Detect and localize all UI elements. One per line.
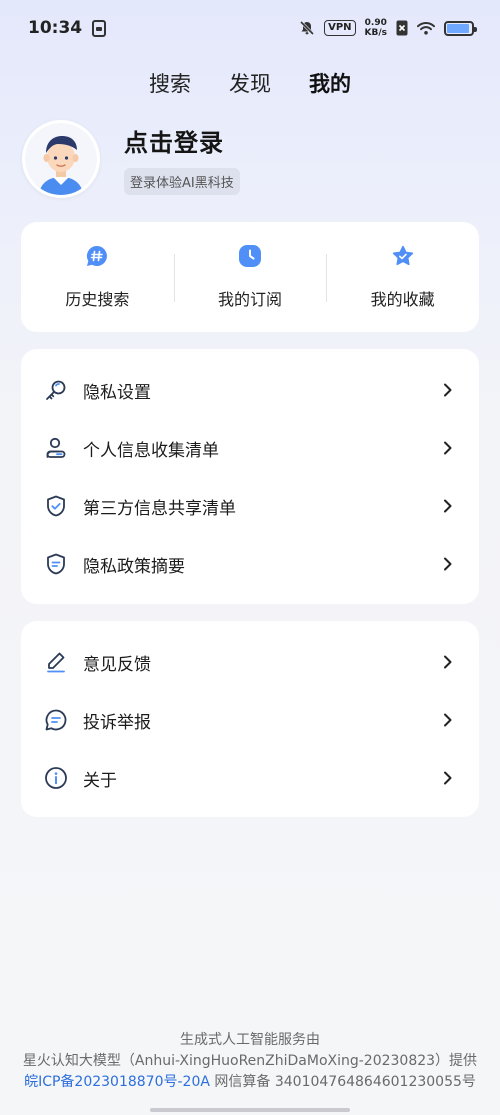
menu-label: 隐私设置 <box>83 382 151 403</box>
message-icon <box>43 707 69 733</box>
quick-action-subscriptions[interactable]: 我的订阅 <box>173 222 327 332</box>
icp-link[interactable]: 皖ICP备2023018870号-20A <box>24 1074 210 1090</box>
support-menu-card: 意见反馈 投诉举报 关于 <box>21 621 479 817</box>
chevron-right-icon <box>444 383 452 397</box>
info-icon <box>43 765 69 791</box>
menu-label: 投诉举报 <box>83 712 151 733</box>
quick-action-label: 我的订阅 <box>218 290 283 309</box>
shield-check-icon <box>43 493 69 519</box>
status-bar: 10:34 VPN 0.90 KB/s <box>0 0 500 56</box>
mute-bell-icon <box>299 20 315 36</box>
footer-line-2: 星火认知大模型（Anhui-XingHuoRenZhiDaMoXing-2023… <box>22 1053 478 1069</box>
filing-number: 网信算备 340104764864601230055号 <box>209 1074 476 1090</box>
footer-line-1: 生成式人工智能服务由 <box>180 1032 320 1048</box>
menu-label: 关于 <box>83 770 117 791</box>
star-icon <box>392 245 413 266</box>
quick-action-label: 历史搜索 <box>65 290 130 309</box>
quick-action-favorites[interactable]: 我的收藏 <box>326 222 479 332</box>
menu-label: 个人信息收集清单 <box>83 440 219 461</box>
chevron-right-icon <box>444 771 452 785</box>
quick-action-label: 我的收藏 <box>370 290 435 309</box>
menu-complaint-report[interactable]: 投诉举报 <box>21 691 479 749</box>
menu-label: 隐私政策摘要 <box>83 556 185 577</box>
menu-about[interactable]: 关于 <box>21 749 479 807</box>
menu-personal-info-list[interactable]: 个人信息收集清单 <box>21 419 479 477</box>
footer-line-3: 皖ICP备2023018870号-20A 网信算备 34010476486460… <box>0 1072 500 1093</box>
home-indicator[interactable] <box>150 1108 350 1112</box>
menu-privacy-settings[interactable]: 隐私设置 <box>21 361 479 419</box>
hashtag-bubble-icon <box>87 245 108 266</box>
chevron-right-icon <box>444 557 452 571</box>
privacy-menu-card: 隐私设置 个人信息收集清单 第三方信息共享清单 隐私政策摘要 <box>21 349 479 604</box>
shield-lines-icon <box>43 551 69 577</box>
sim-card-icon <box>92 19 107 37</box>
login-title[interactable]: 点击登录 <box>124 123 240 158</box>
menu-label: 第三方信息共享清单 <box>83 498 236 519</box>
quick-actions-card: 历史搜索 我的订阅 我的收藏 <box>21 222 479 332</box>
chevron-right-icon <box>444 655 452 669</box>
profile-header[interactable]: 点击登录 登录体验AI黑科技 <box>22 120 240 198</box>
tab-search[interactable]: 搜索 <box>149 66 191 100</box>
speed-unit: KB/s <box>364 28 387 38</box>
clock-icon <box>239 245 261 267</box>
tab-discover[interactable]: 发现 <box>229 66 271 100</box>
pencil-icon <box>43 649 69 675</box>
menu-third-party-sharing[interactable]: 第三方信息共享清单 <box>21 477 479 535</box>
avatar-boy-icon[interactable] <box>22 120 100 198</box>
magnifier-key-icon <box>43 377 69 403</box>
tab-mine[interactable]: 我的 <box>309 66 351 100</box>
chevron-right-icon <box>444 499 452 513</box>
footer-info: 生成式人工智能服务由 星火认知大模型（Anhui-XingHuoRenZhiDa… <box>0 1030 500 1093</box>
wifi-icon <box>417 21 435 35</box>
status-right: VPN 0.90 KB/s <box>299 18 477 38</box>
menu-feedback[interactable]: 意见反馈 <box>21 633 479 691</box>
network-speed: 0.90 KB/s <box>365 18 387 38</box>
status-left: 10:34 <box>28 18 107 38</box>
chevron-right-icon <box>444 713 452 727</box>
chevron-right-icon <box>444 441 452 455</box>
vpn-badge: VPN <box>324 20 356 36</box>
status-time: 10:34 <box>28 18 83 38</box>
battery-icon <box>444 20 477 36</box>
login-subtitle: 登录体验AI黑科技 <box>124 168 240 195</box>
person-list-icon <box>43 435 69 461</box>
profile-text: 点击登录 登录体验AI黑科技 <box>124 123 240 195</box>
no-sim-icon <box>396 20 408 36</box>
battery-level <box>447 23 469 33</box>
menu-privacy-policy-summary[interactable]: 隐私政策摘要 <box>21 535 479 593</box>
speed-value: 0.90 <box>364 18 387 28</box>
top-tab-bar: 搜索 发现 我的 <box>0 66 500 100</box>
quick-action-history[interactable]: 历史搜索 <box>21 222 174 332</box>
menu-label: 意见反馈 <box>83 654 151 675</box>
